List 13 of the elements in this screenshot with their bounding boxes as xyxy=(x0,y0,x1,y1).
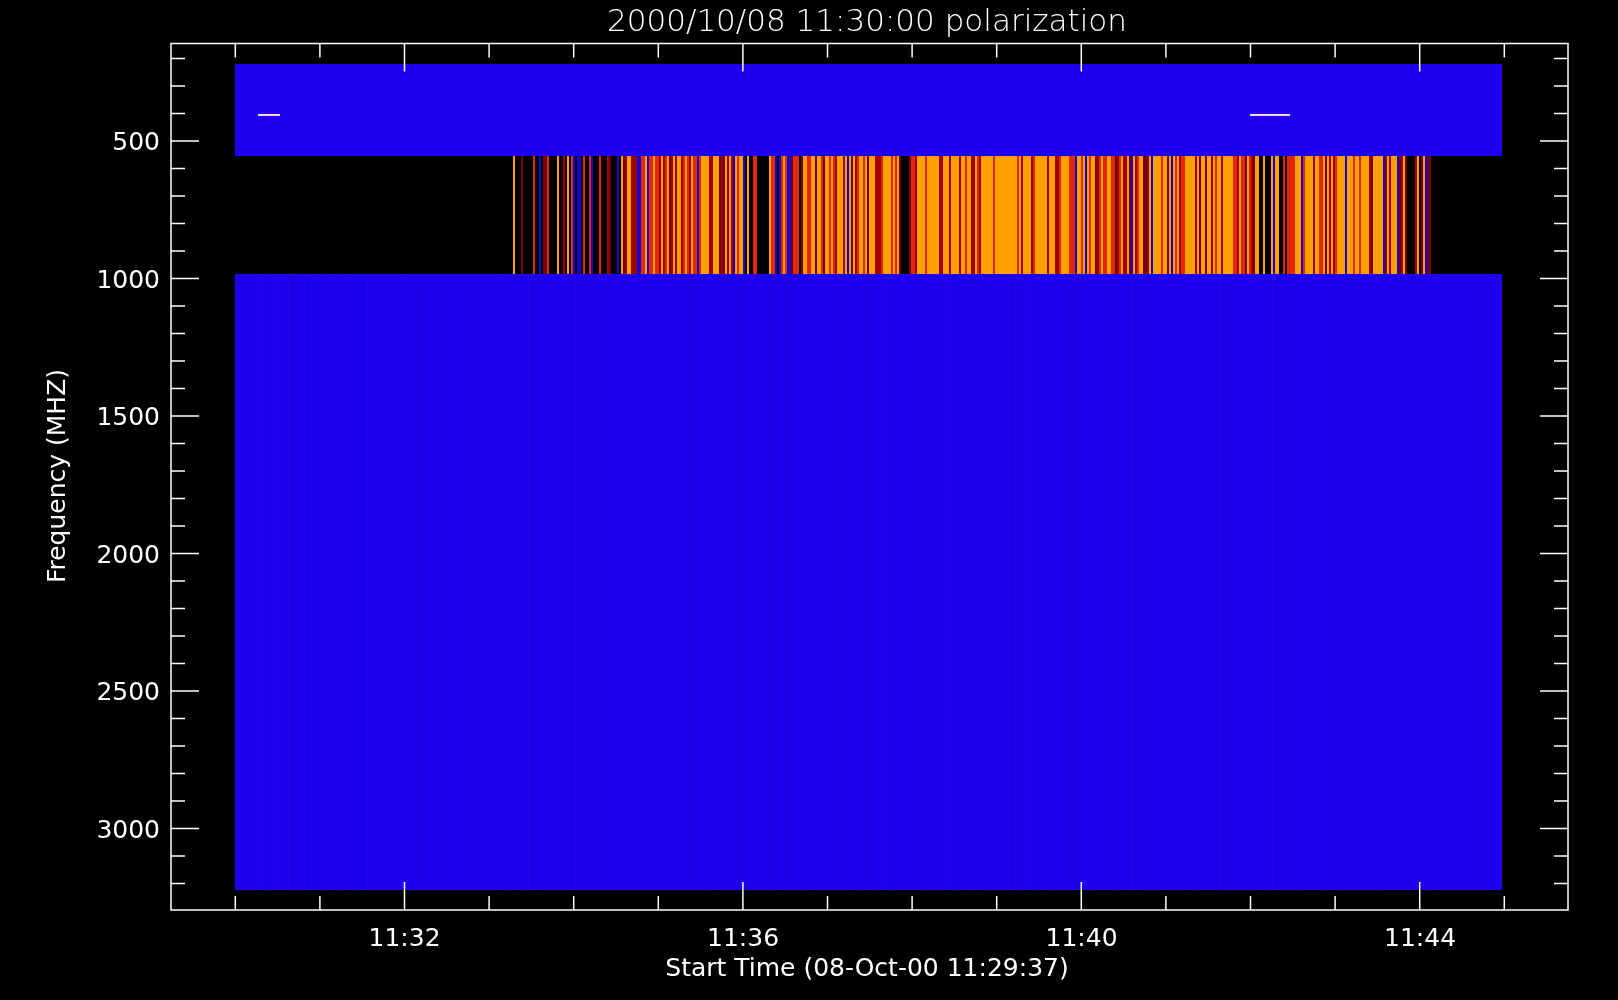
plot-title: 2000/10/08 11:30:00 polarization xyxy=(607,2,1127,38)
y-tick-label: 2500 xyxy=(96,677,160,706)
x-tick-label: 11:44 xyxy=(1384,923,1457,952)
y-tick-label: 3000 xyxy=(96,814,160,844)
x-tick-label: 11:40 xyxy=(1045,923,1118,952)
y-axis-label: Frequency (MHZ) xyxy=(42,368,71,584)
y-tick-label: 1000 xyxy=(96,264,160,294)
y-tick-label: 2000 xyxy=(96,539,160,569)
y-tick-label: 500 xyxy=(112,127,160,156)
x-tick-label: 11:32 xyxy=(368,923,441,952)
x-axis-label: Start Time (08-Oct-00 11:29:37) xyxy=(665,953,1069,982)
x-tick-label: 11:36 xyxy=(707,923,780,952)
y-tick-label: 1500 xyxy=(96,402,160,431)
